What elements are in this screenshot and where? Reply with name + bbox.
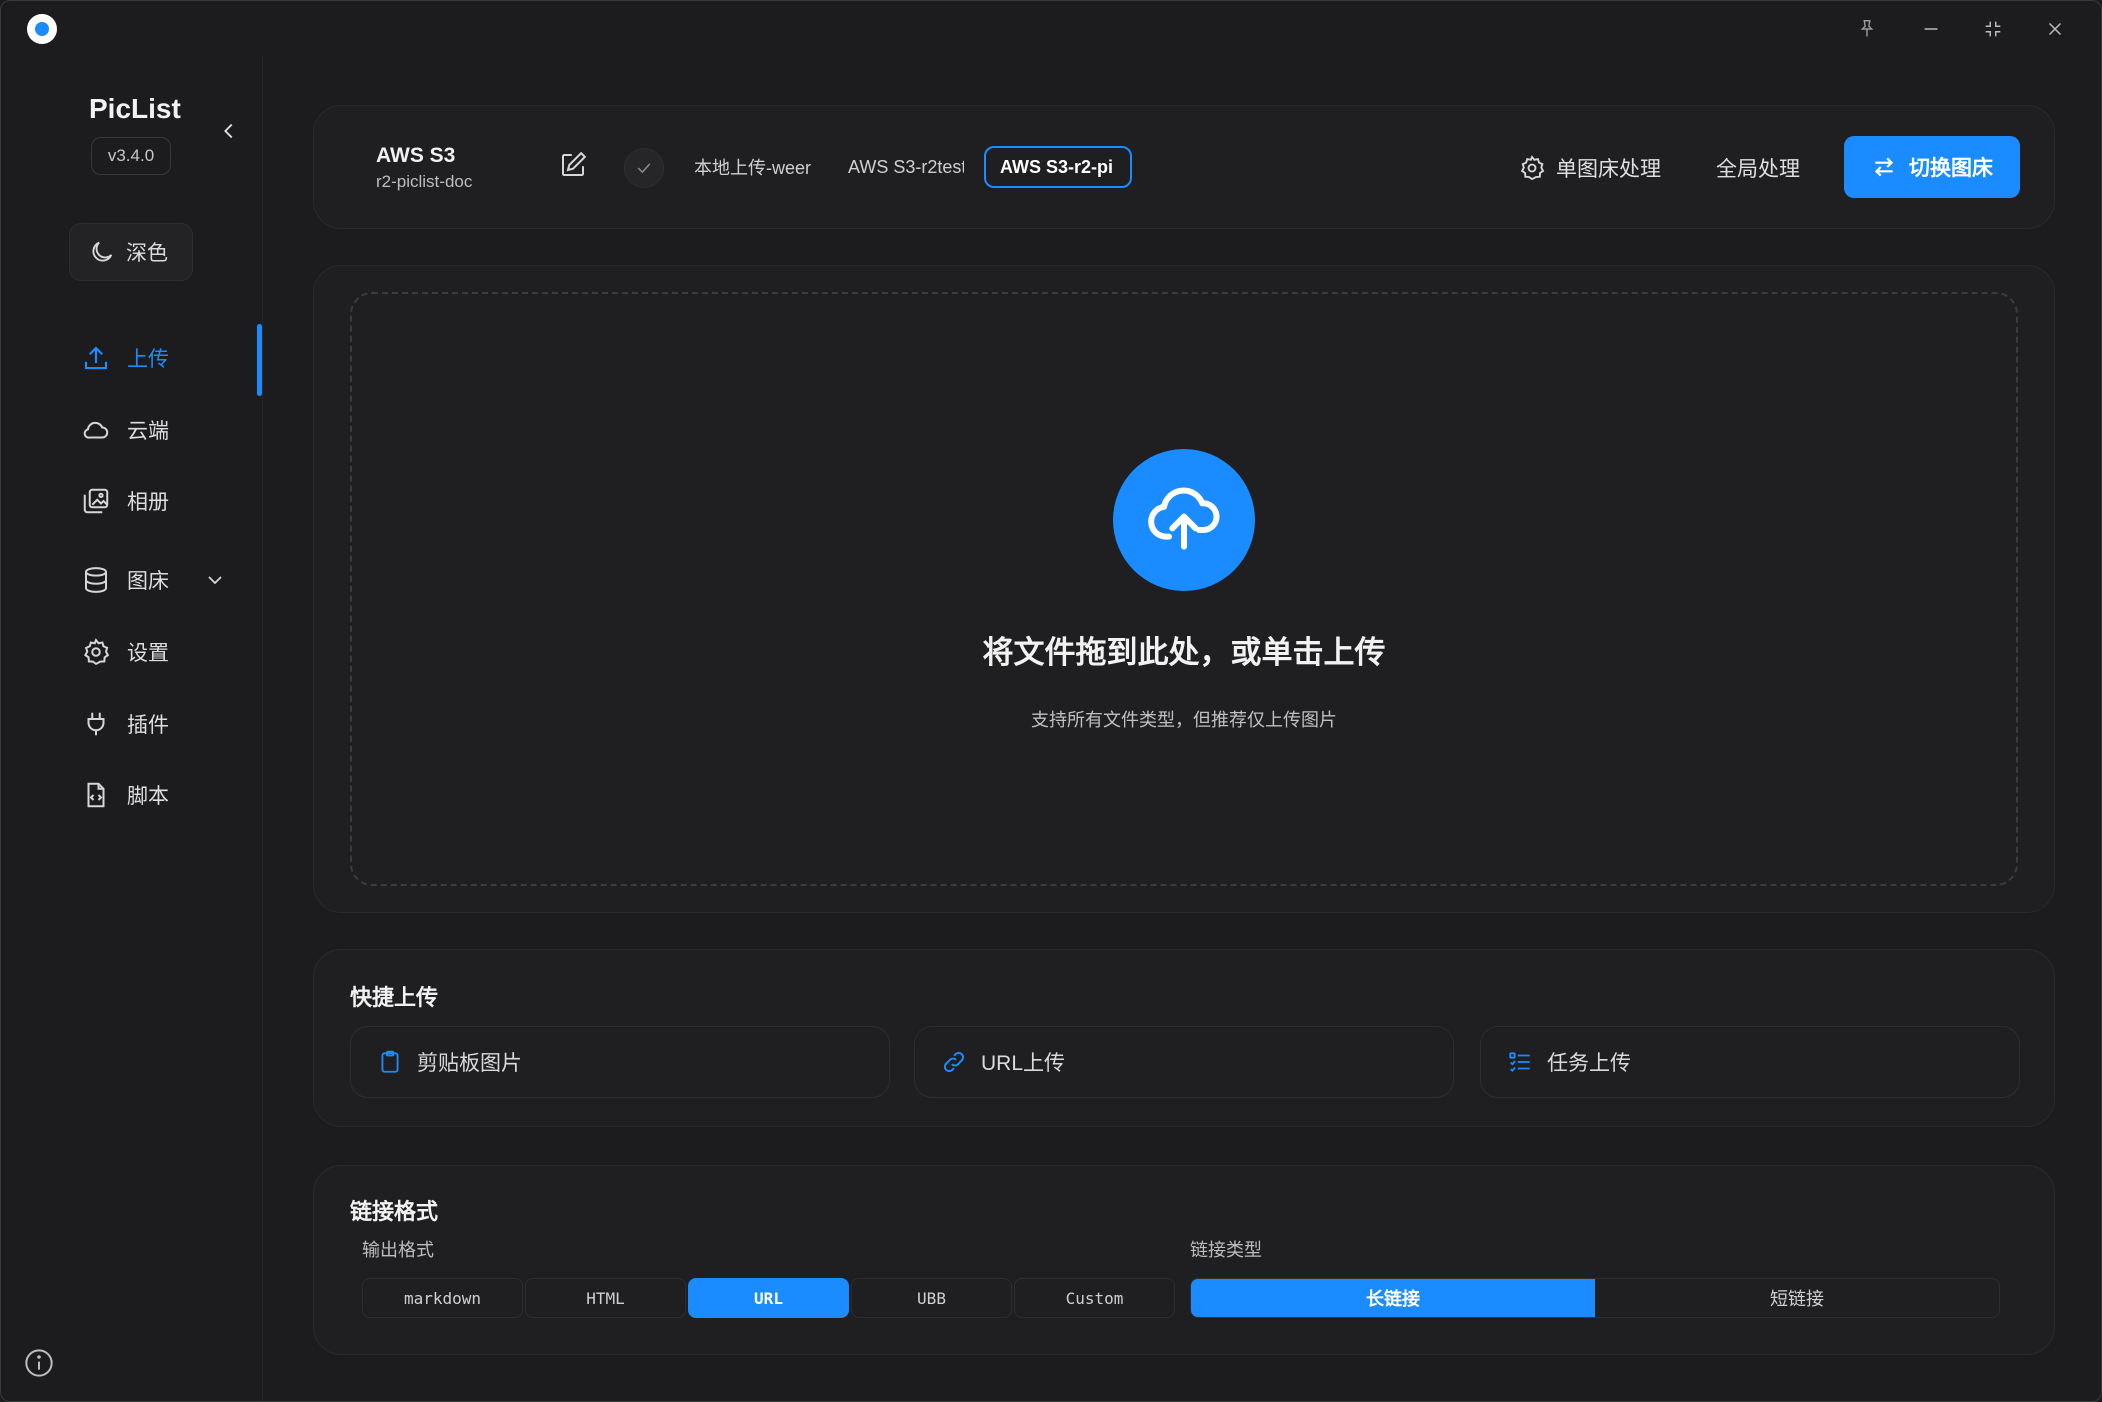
link-type-label: 链接类型 [1190, 1240, 1262, 1260]
close-icon[interactable] [2037, 11, 2073, 47]
switch-picbed-button[interactable]: 切换图床 [1844, 136, 2020, 198]
link-format-title: 链接格式 [350, 1199, 439, 1224]
sidebar-item-plugins[interactable]: 插件 [81, 701, 169, 747]
active-indicator [257, 324, 262, 396]
sidebar-item-upload[interactable]: 上传 [81, 335, 169, 381]
current-picbed-name: AWS S3 [376, 144, 456, 167]
edit-config-button[interactable] [558, 150, 592, 184]
sidebar-item-gallery[interactable]: 相册 [81, 478, 169, 524]
sidebar-item-label: 云端 [127, 420, 169, 443]
format-option-html[interactable]: HTML [525, 1278, 686, 1318]
current-picbed-config: r2-piclist-doc [376, 172, 473, 191]
info-icon[interactable] [23, 1347, 55, 1379]
cloud-upload-icon [1148, 487, 1220, 550]
sidebar-item-cloud[interactable]: 云端 [81, 407, 169, 453]
check-icon [637, 163, 651, 174]
theme-toggle-button[interactable]: 深色 [69, 223, 193, 281]
script-icon [87, 782, 105, 808]
single-process-label: 单图床处理 [1556, 158, 1661, 181]
sidebar-item-label: 图床 [127, 570, 169, 593]
sidebar-item-label: 脚本 [127, 785, 169, 808]
link-format-card: 链接格式 输出格式 链接类型 markdown HTML URL UBB Cus… [313, 1165, 2055, 1355]
task-list-icon [1509, 1052, 1530, 1073]
url-upload-label: URL上传 [981, 1052, 1066, 1075]
task-upload-button[interactable]: 任务上传 [1480, 1026, 2020, 1098]
sidebar-item-label: 插件 [127, 714, 169, 737]
swap-icon [1874, 157, 1894, 177]
app-name: PicList [89, 93, 181, 124]
app-window: PicList v3.4.0 深色 上传 云端 相册 图床 设置 插件 脚本 A… [0, 0, 2102, 1402]
sidebar: PicList v3.4.0 深色 上传 云端 相册 图床 设置 插件 脚本 [1, 57, 263, 1401]
clipboard-icon [381, 1050, 399, 1073]
edit-icon [562, 151, 587, 176]
link-icon [943, 1051, 965, 1073]
format-option-markdown[interactable]: markdown [362, 1278, 523, 1318]
link-type-long[interactable]: 长链接 [1191, 1279, 1595, 1317]
quick-picbed-item-selected[interactable]: AWS S3-r2-pi [984, 146, 1132, 188]
output-format-group: markdown HTML URL UBB Custom [362, 1278, 1175, 1320]
plug-icon [87, 712, 105, 736]
format-option-url[interactable]: URL [688, 1278, 849, 1318]
gear-icon [84, 638, 110, 666]
sidebar-item-label: 设置 [127, 642, 169, 665]
chevron-down-icon[interactable] [203, 568, 227, 592]
sidebar-item-settings[interactable]: 设置 [81, 629, 169, 675]
url-upload-button[interactable]: URL上传 [914, 1026, 1454, 1098]
picbed-header-card: AWS S3 r2-piclist-doc 本地上传-weer AWS S3-r… [313, 105, 2055, 229]
upload-icon [84, 346, 108, 370]
quick-upload-card: 快捷上传 剪贴板图片 URL上传 任务上传 [313, 949, 2055, 1127]
switch-picbed-label: 切换图床 [1909, 157, 1993, 180]
collapse-sidebar-button[interactable] [215, 117, 243, 145]
clipboard-upload-button[interactable]: 剪贴板图片 [350, 1026, 890, 1098]
output-format-label: 输出格式 [362, 1240, 434, 1260]
task-upload-label: 任务上传 [1547, 1052, 1631, 1075]
link-type-short[interactable]: 短链接 [1595, 1279, 1999, 1317]
quick-upload-title: 快捷上传 [350, 985, 439, 1010]
moon-icon [92, 241, 113, 262]
global-process-button[interactable]: 全局处理 [1716, 146, 1800, 190]
theme-label: 深色 [126, 242, 168, 265]
drop-zone-subtitle: 支持所有文件类型，但推荐仅上传图片 [1031, 710, 1337, 730]
clipboard-upload-label: 剪贴板图片 [417, 1052, 522, 1075]
quick-picbed-item[interactable]: AWS S3-r2test [834, 146, 964, 188]
version-badge: v3.4.0 [91, 137, 171, 175]
link-type-group: 长链接 短链接 [1190, 1278, 2000, 1318]
minimize-icon[interactable] [1913, 11, 1949, 47]
format-option-custom[interactable]: Custom [1014, 1278, 1175, 1318]
title-bar [1, 1, 2101, 57]
sidebar-item-scripts[interactable]: 脚本 [81, 772, 169, 818]
sidebar-item-picbed[interactable]: 图床 [81, 557, 227, 603]
gallery-icon [83, 488, 109, 514]
pin-icon[interactable] [1849, 11, 1885, 47]
gear-icon [1520, 155, 1545, 181]
confirm-button[interactable] [624, 148, 664, 188]
format-option-ubb[interactable]: UBB [851, 1278, 1012, 1318]
sidebar-item-label: 相册 [127, 491, 169, 514]
app-logo-icon [27, 14, 57, 44]
single-picbed-process-button[interactable]: 单图床处理 [1518, 146, 1661, 190]
upload-cloud-button[interactable] [1113, 449, 1255, 591]
quick-picbed-item[interactable]: 本地上传-weer [680, 146, 812, 188]
database-icon [85, 567, 107, 593]
cloud-icon [83, 421, 109, 439]
restore-icon[interactable] [1975, 11, 2011, 47]
drop-zone-title: 将文件拖到此处，或单击上传 [982, 635, 1386, 670]
sidebar-item-label: 上传 [127, 348, 169, 371]
